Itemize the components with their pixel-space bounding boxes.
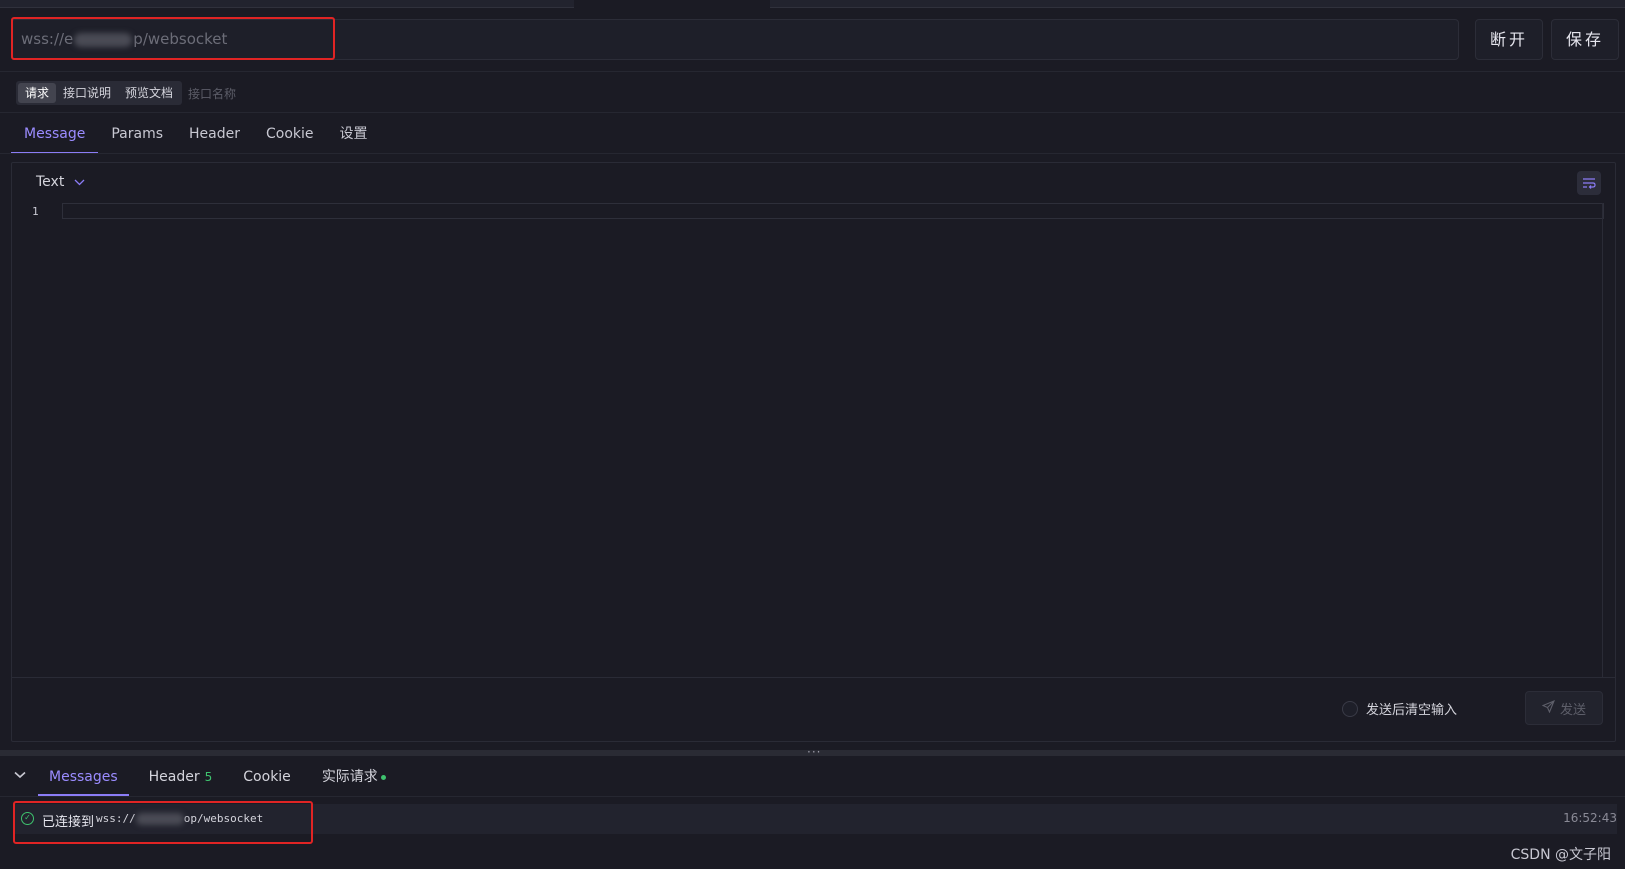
divider <box>0 153 1625 154</box>
editor-footer: 发送后清空输入 发送 <box>12 677 1615 743</box>
response-tabs: Messages Header 5 Cookie 实际请求 <box>0 760 1625 796</box>
send-button[interactable]: 发送 <box>1525 691 1603 725</box>
connected-url: wss:// op/websocket <box>96 812 263 825</box>
url-bar: wss://e p/websocket 断开 保存 <box>11 17 1625 60</box>
code-editor[interactable]: 1 <box>12 203 1604 677</box>
api-name-input[interactable]: 接口名称 <box>188 85 236 102</box>
response-tab-list: Messages Header 5 Cookie 实际请求 <box>38 760 406 796</box>
header-count-badge: 5 <box>204 770 213 784</box>
subtab-group: 请求 接口说明 预览文档 <box>16 81 183 105</box>
url-suffix: p/websocket <box>133 30 228 48</box>
connected-url-redacted <box>135 813 184 825</box>
editor-toolbar: Text <box>12 163 1615 203</box>
clear-after-send-option[interactable]: 发送后清空输入 <box>1341 699 1457 718</box>
drag-handle-icon[interactable]: ··· <box>807 746 821 758</box>
subtab-api-description[interactable]: 接口说明 <box>56 83 118 103</box>
word-wrap-button[interactable] <box>1577 171 1601 195</box>
top-tab-left[interactable] <box>0 0 574 8</box>
main-tabs: Message Params Header Cookie 设置 <box>11 118 381 154</box>
message-editor-panel: Text 1 发送后清空输入 发送 <box>11 162 1616 742</box>
save-button[interactable]: 保存 <box>1551 19 1619 60</box>
subtab-preview-docs[interactable]: 预览文档 <box>118 83 180 103</box>
clear-after-send-checkbox[interactable] <box>1341 700 1358 717</box>
divider <box>0 796 1625 797</box>
disconnect-button[interactable]: 断开 <box>1475 19 1543 60</box>
url-input[interactable]: wss://e p/websocket <box>11 19 1459 60</box>
tab-response-header[interactable]: Header 5 <box>138 760 224 796</box>
tab-messages[interactable]: Messages <box>38 760 129 796</box>
subtab-request[interactable]: 请求 <box>18 83 57 103</box>
tab-cookie[interactable]: Cookie <box>253 118 327 154</box>
tab-response-header-label: Header <box>148 769 200 785</box>
top-tab-right[interactable] <box>770 0 1625 8</box>
url-prefix: wss://e <box>21 30 74 48</box>
tab-response-cookie[interactable]: Cookie <box>232 760 302 796</box>
send-icon <box>1541 699 1555 717</box>
message-timestamp: 16:52:43 <box>1563 811 1617 825</box>
connected-label: 已连接到 <box>42 815 95 830</box>
url-redacted <box>74 32 133 47</box>
collapse-chevron-icon[interactable] <box>14 767 26 783</box>
tab-settings[interactable]: 设置 <box>327 118 381 154</box>
divider <box>0 71 1625 72</box>
connected-url-prefix: wss:// <box>96 812 136 825</box>
tab-actual-request-label: 实际请求 <box>321 769 378 785</box>
tab-actual-request[interactable]: 实际请求 <box>311 760 397 796</box>
watermark: CSDN @文子阳 <box>1510 847 1611 863</box>
current-line-highlight <box>62 203 1604 219</box>
websocket-client: wss://e p/websocket 断开 保存 请求 接口说明 预览文档 接口… <box>0 0 1625 869</box>
top-tab-strip <box>0 0 1625 9</box>
tab-params[interactable]: Params <box>98 118 176 154</box>
connected-url-suffix: op/websocket <box>183 812 264 825</box>
message-type-select[interactable]: Text <box>36 174 85 190</box>
send-label: 发送 <box>1559 702 1586 718</box>
line-number: 1 <box>32 205 39 218</box>
clear-after-send-label: 发送后清空输入 <box>1365 703 1457 718</box>
tab-message[interactable]: Message <box>11 118 99 154</box>
message-type-value: Text <box>36 174 65 190</box>
request-subtabs: 请求 接口说明 预览文档 接口名称 <box>16 81 236 105</box>
word-wrap-icon <box>1582 174 1596 193</box>
status-dot <box>380 774 386 780</box>
connected-check-icon: ✓ <box>21 812 34 825</box>
divider <box>0 112 1625 113</box>
message-row[interactable]: ✓ 已连接到 wss:// op/websocket 16:52:43 <box>14 804 1617 834</box>
editor-scrollbar[interactable] <box>1602 203 1603 677</box>
chevron-down-icon <box>74 175 85 189</box>
tab-header[interactable]: Header <box>176 118 253 154</box>
